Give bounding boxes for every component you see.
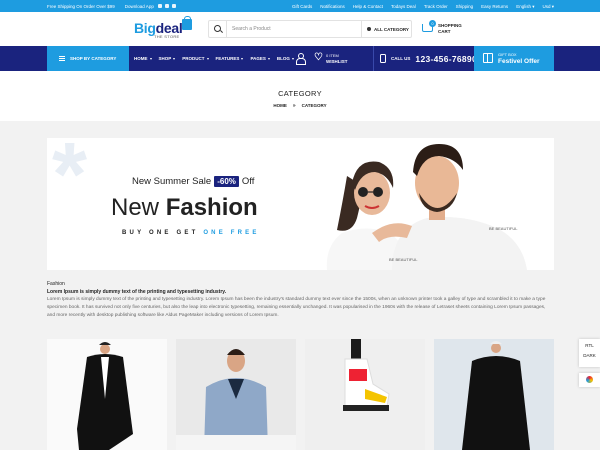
banner-headline: New Fashion (111, 194, 258, 221)
phone-number[interactable]: 123-456-76890 (415, 54, 477, 64)
apple-icon (158, 4, 163, 8)
product-image (47, 339, 167, 450)
track-order-link[interactable]: Track Order (424, 4, 448, 10)
logo-tagline: THE STORE (154, 34, 180, 39)
chevron-down-icon (173, 57, 176, 60)
android-icon (165, 4, 170, 8)
easy-returns-link[interactable]: Easy Returns (481, 4, 508, 10)
dark-mode-toggle[interactable]: DARK (579, 348, 600, 358)
search-input[interactable]: Search a Product (227, 26, 361, 32)
couple-photo: BE BEAUTIFUL BE BEAUTIFUL (297, 138, 554, 270)
notifications-link[interactable]: Notifications (320, 4, 345, 10)
shopping-cart-button[interactable]: 0 SHOPPING CART (422, 20, 472, 38)
product-image (434, 339, 554, 450)
section-title: Fashion (47, 281, 65, 287)
category-select[interactable]: ALL CATEGORY (361, 21, 411, 37)
nav-blog[interactable]: BLOG (277, 56, 294, 61)
breadcrumb-separator-icon: » (292, 103, 296, 109)
festival-offer-button[interactable]: GIFT BOX Festivel Offer (474, 46, 554, 71)
product-grid (47, 339, 554, 450)
call-us: CALL US 123-456-76890 (373, 46, 477, 71)
header: Bigdeal THE STORE Search a Product ALL C… (0, 12, 600, 46)
currency-select[interactable]: Usd ▾ (542, 4, 554, 10)
app-store-icons (158, 4, 177, 8)
nav-features[interactable]: FEATURES (216, 56, 244, 61)
shipping-link[interactable]: Shipping (456, 4, 474, 10)
menu-icon (59, 56, 65, 61)
todays-deal-link[interactable]: Todays Deal (391, 4, 416, 10)
product-card[interactable] (176, 339, 296, 450)
palette-icon (586, 376, 593, 383)
page-header: CATEGORY HOME » CATEGORY (0, 71, 600, 121)
chevron-down-icon (149, 57, 152, 60)
phone-icon (380, 54, 386, 63)
top-bar: Free Shipping On Order Over $99 Download… (0, 0, 600, 12)
language-select[interactable]: English ▾ (516, 4, 534, 10)
chevron-down-icon (241, 57, 244, 60)
shopping-bag-icon (182, 16, 192, 30)
promo-banner[interactable]: * New Summer Sale -60% Off New Fashion B… (47, 138, 554, 270)
cart-count-badge: 0 (429, 20, 436, 27)
help-contact-link[interactable]: Help & Contact (353, 4, 383, 10)
category-dot-icon (367, 27, 371, 31)
download-app-link[interactable]: Download App (125, 4, 177, 9)
breadcrumb-home[interactable]: HOME (273, 103, 287, 108)
logo[interactable]: Bigdeal THE STORE (134, 16, 194, 41)
page-title: CATEGORY (278, 89, 322, 98)
section-subtitle: Lorem Ipsum is simply dummy text of the … (47, 289, 227, 295)
search-bar: Search a Product ALL CATEGORY (208, 20, 412, 38)
asterisk-decoration: * (52, 138, 88, 225)
theme-switcher: RTL DARK (579, 339, 600, 367)
wishlist-button[interactable]: ♡ 0 ITEM WISHLIST (314, 52, 354, 65)
main-content: * New Summer Sale -60% Off New Fashion B… (0, 121, 600, 450)
sale-percent-badge: -60% (214, 176, 239, 187)
nav-shop[interactable]: SHOP (159, 56, 176, 61)
product-card[interactable] (434, 339, 554, 450)
chevron-down-icon (291, 57, 294, 60)
tshirt-print: BE BEAUTIFUL (389, 257, 418, 262)
nav-home[interactable]: HOME (134, 56, 152, 61)
color-picker-button[interactable] (579, 373, 600, 387)
section-body: Lorem Ipsum is simply dummy text of the … (47, 297, 546, 318)
nav-pages[interactable]: PAGES (250, 56, 270, 61)
banner-tagline: BUY ONE GET ONE FREE (122, 230, 260, 236)
product-image (176, 339, 296, 450)
breadcrumb: HOME » CATEGORY (0, 103, 600, 109)
chevron-down-icon (267, 57, 270, 60)
gift-box-icon (483, 53, 493, 63)
product-card[interactable] (47, 339, 167, 450)
sale-line: New Summer Sale -60% Off (132, 176, 255, 187)
heart-icon: ♡ (314, 52, 323, 63)
shop-by-category-button[interactable]: SHOP BY CATEGORY (47, 46, 129, 71)
tshirt-print-2: BE BEAUTIFUL (489, 226, 518, 231)
gift-cards-link[interactable]: Gift Cards (292, 4, 312, 10)
free-shipping-text: Free Shipping On Order Over $99 (47, 4, 115, 9)
breadcrumb-current: CATEGORY (301, 103, 327, 108)
category-description: Fashion Lorem Ipsum is simply dummy text… (47, 280, 554, 320)
product-card[interactable] (305, 339, 425, 450)
search-icon[interactable] (209, 21, 227, 37)
chevron-down-icon (206, 57, 209, 60)
windows-icon (172, 4, 177, 8)
rtl-toggle[interactable]: RTL (579, 339, 600, 348)
product-image (305, 339, 425, 450)
user-account-icon[interactable] (296, 53, 306, 65)
main-nav: SHOP BY CATEGORY HOME SHOP PRODUCT FEATU… (0, 46, 600, 71)
nav-product[interactable]: PRODUCT (182, 56, 209, 61)
